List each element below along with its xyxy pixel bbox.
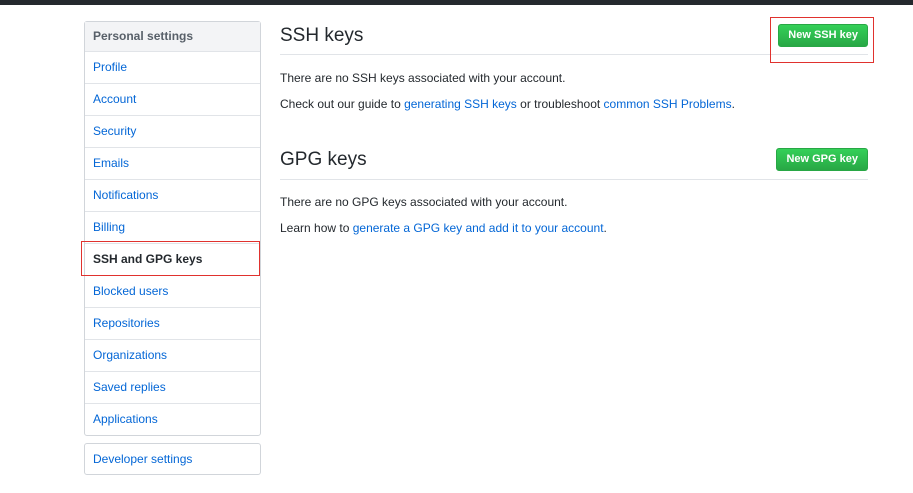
ssh-keys-header: SSH keys New SSH key bbox=[280, 21, 868, 55]
ssh-empty-message: There are no SSH keys associated with yo… bbox=[280, 71, 566, 85]
generating-ssh-keys-link[interactable]: generating SSH keys bbox=[404, 97, 517, 111]
top-bar bbox=[0, 0, 913, 5]
ssh-guide-suffix: . bbox=[731, 97, 735, 111]
sidebar-item-saved-replies[interactable]: Saved replies bbox=[85, 372, 260, 404]
sidebar-item-repositories[interactable]: Repositories bbox=[85, 308, 260, 340]
developer-settings-menu: Developer settings bbox=[84, 443, 261, 475]
gpg-learn-line: Learn how to generate a GPG key and add … bbox=[280, 221, 607, 235]
sidebar-item-emails[interactable]: Emails bbox=[85, 148, 260, 180]
gpg-learn-prefix: Learn how to bbox=[280, 221, 353, 235]
sidebar-item-developer-settings[interactable]: Developer settings bbox=[85, 444, 260, 474]
gpg-learn-suffix: . bbox=[603, 221, 607, 235]
ssh-keys-title: SSH keys bbox=[280, 25, 364, 46]
common-ssh-problems-link[interactable]: common SSH Problems bbox=[604, 97, 732, 111]
gpg-empty-message: There are no GPG keys associated with yo… bbox=[280, 195, 568, 209]
new-ssh-key-button[interactable]: New SSH key bbox=[778, 24, 868, 47]
sidebar-item-security[interactable]: Security bbox=[85, 116, 260, 148]
sidebar-item-notifications[interactable]: Notifications bbox=[85, 180, 260, 212]
sidebar-item-account[interactable]: Account bbox=[85, 84, 260, 116]
sidebar-item-ssh-gpg-keys[interactable]: SSH and GPG keys bbox=[85, 244, 260, 276]
sidebar-heading: Personal settings bbox=[85, 22, 260, 52]
new-gpg-key-button[interactable]: New GPG key bbox=[776, 148, 868, 171]
gpg-keys-header: GPG keys New GPG key bbox=[280, 145, 868, 180]
sidebar-item-billing[interactable]: Billing bbox=[85, 212, 260, 244]
gpg-keys-title: GPG keys bbox=[280, 149, 367, 170]
sidebar-item-organizations[interactable]: Organizations bbox=[85, 340, 260, 372]
ssh-guide-prefix: Check out our guide to bbox=[280, 97, 405, 111]
sidebar-item-applications[interactable]: Applications bbox=[85, 404, 260, 435]
ssh-guide-line: Check out our guide to generating SSH ke… bbox=[280, 97, 735, 111]
sidebar-item-profile[interactable]: Profile bbox=[85, 52, 260, 84]
sidebar-item-blocked-users[interactable]: Blocked users bbox=[85, 276, 260, 308]
settings-sidebar: Personal settings Profile Account Securi… bbox=[84, 21, 261, 436]
ssh-guide-middle: or troubleshoot bbox=[516, 97, 604, 111]
generate-gpg-key-link[interactable]: generate a GPG key and add it to your ac… bbox=[353, 221, 604, 235]
